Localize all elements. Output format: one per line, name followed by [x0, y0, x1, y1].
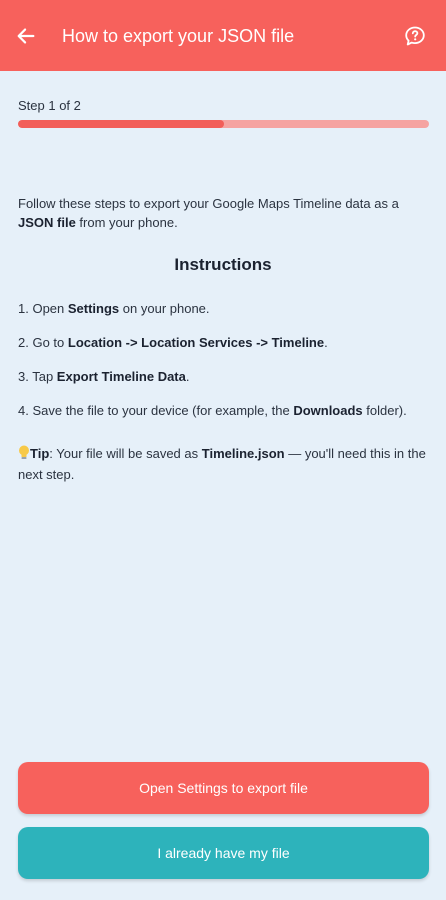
app-bar: How to export your JSON file — [0, 0, 446, 71]
step-3-suffix: . — [185, 369, 190, 384]
arrow-left-icon — [17, 28, 35, 44]
step-4-prefix: 4. Save the file to your device (for exa… — [18, 403, 294, 418]
progress-bar — [18, 120, 429, 128]
already-have-file-button[interactable]: I already have my file — [18, 827, 429, 879]
intro-text-part-1: Follow these steps to export your Google… — [18, 196, 399, 211]
step-3-prefix: 3. Tap — [18, 369, 57, 384]
tip-text-part-1: : Your file will be saved as — [49, 446, 202, 461]
tip-label: Tip — [30, 446, 50, 461]
intro-text: Follow these steps to export your Google… — [18, 194, 430, 232]
step-1-suffix: on your phone. — [119, 301, 210, 316]
step-3-bold: Export Timeline Data — [56, 369, 186, 384]
instruction-step-1: 1. Open Settings on your phone. — [18, 299, 433, 318]
open-settings-button[interactable]: Open Settings to export file — [18, 762, 429, 814]
step-4-suffix: folder). — [362, 403, 407, 418]
tip-filename: Timeline.json — [201, 446, 285, 461]
step-2-suffix: . — [324, 335, 328, 350]
step-4-bold: Downloads — [293, 403, 363, 418]
help-chat-icon — [405, 26, 425, 46]
step-2-prefix: 2. Go to — [18, 335, 68, 350]
intro-text-part-2: from your phone. — [75, 215, 178, 230]
help-button[interactable] — [402, 23, 428, 49]
step-1-bold: Settings — [67, 301, 120, 316]
back-button[interactable] — [12, 22, 40, 50]
progress-fill — [18, 120, 224, 128]
tip-text: Tip: Your file will be saved as Timeline… — [18, 444, 430, 484]
instruction-step-4: 4. Save the file to your device (for exa… — [18, 401, 433, 420]
instructions-heading: Instructions — [174, 255, 272, 274]
page-title: How to export your JSON file — [62, 26, 295, 46]
instruction-step-2: 2. Go to Location -> Location Services -… — [18, 333, 433, 352]
step-2-bold: Location -> Location Services -> Timelin… — [67, 335, 325, 350]
step-1-prefix: 1. Open — [18, 301, 68, 316]
instruction-step-3: 3. Tap Export Timeline Data. — [18, 367, 433, 386]
intro-bold-json-file: JSON file — [18, 215, 76, 230]
lightbulb-icon — [18, 445, 30, 465]
step-indicator: Step 1 of 2 — [18, 98, 81, 113]
